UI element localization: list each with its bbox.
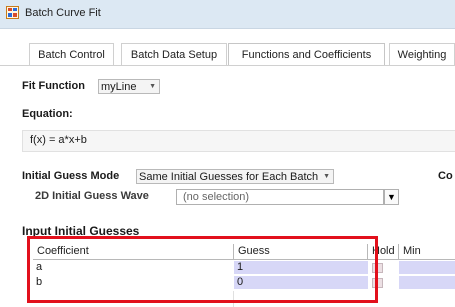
initial-guess-mode-value: Same Initial Guesses for Each Batch [139, 171, 319, 183]
highlight-annotation [27, 236, 378, 303]
tab-batch-data-setup[interactable]: Batch Data Setup [121, 43, 227, 65]
equation-label: Equation: [22, 108, 73, 120]
tab-divider [0, 65, 455, 66]
tab-bar: Batch Control Batch Data Setup Functions… [0, 43, 455, 66]
fit-function-label: Fit Function [22, 80, 85, 92]
initial-guess-mode-label: Initial Guess Mode [22, 170, 120, 182]
equation-box [22, 130, 455, 152]
chevron-down-icon: ▼ [323, 173, 330, 180]
table-row-min[interactable] [399, 276, 455, 290]
fit-function-value: myLine [101, 81, 137, 93]
window-title: Batch Curve Fit [25, 7, 101, 19]
tab-weighting[interactable]: Weighting [389, 43, 455, 65]
tab-functions-and-coefficients[interactable]: Functions and Coefficients [228, 43, 385, 66]
initial-guess-mode-dropdown[interactable]: Same Initial Guesses for Each Batch ▼ [136, 169, 334, 184]
equation-text: f(x) = a*x+b [30, 134, 87, 146]
guess-wave-label: 2D Initial Guess Wave [35, 190, 149, 202]
clipped-control-label: Co [438, 170, 453, 182]
dropdown-arrow-icon: ▼ [387, 192, 396, 202]
chevron-down-icon: ▼ [149, 83, 156, 90]
guess-wave-selector[interactable]: (no selection) [176, 189, 384, 205]
batch-curve-fit-app-icon [6, 6, 19, 19]
fit-function-dropdown[interactable]: myLine ▼ [98, 79, 160, 94]
guess-wave-dropdown-button[interactable]: ▼ [384, 189, 399, 205]
table-row-min[interactable] [399, 261, 455, 275]
column-header-min[interactable]: Min [399, 244, 455, 260]
tab-batch-control[interactable]: Batch Control [29, 43, 114, 65]
